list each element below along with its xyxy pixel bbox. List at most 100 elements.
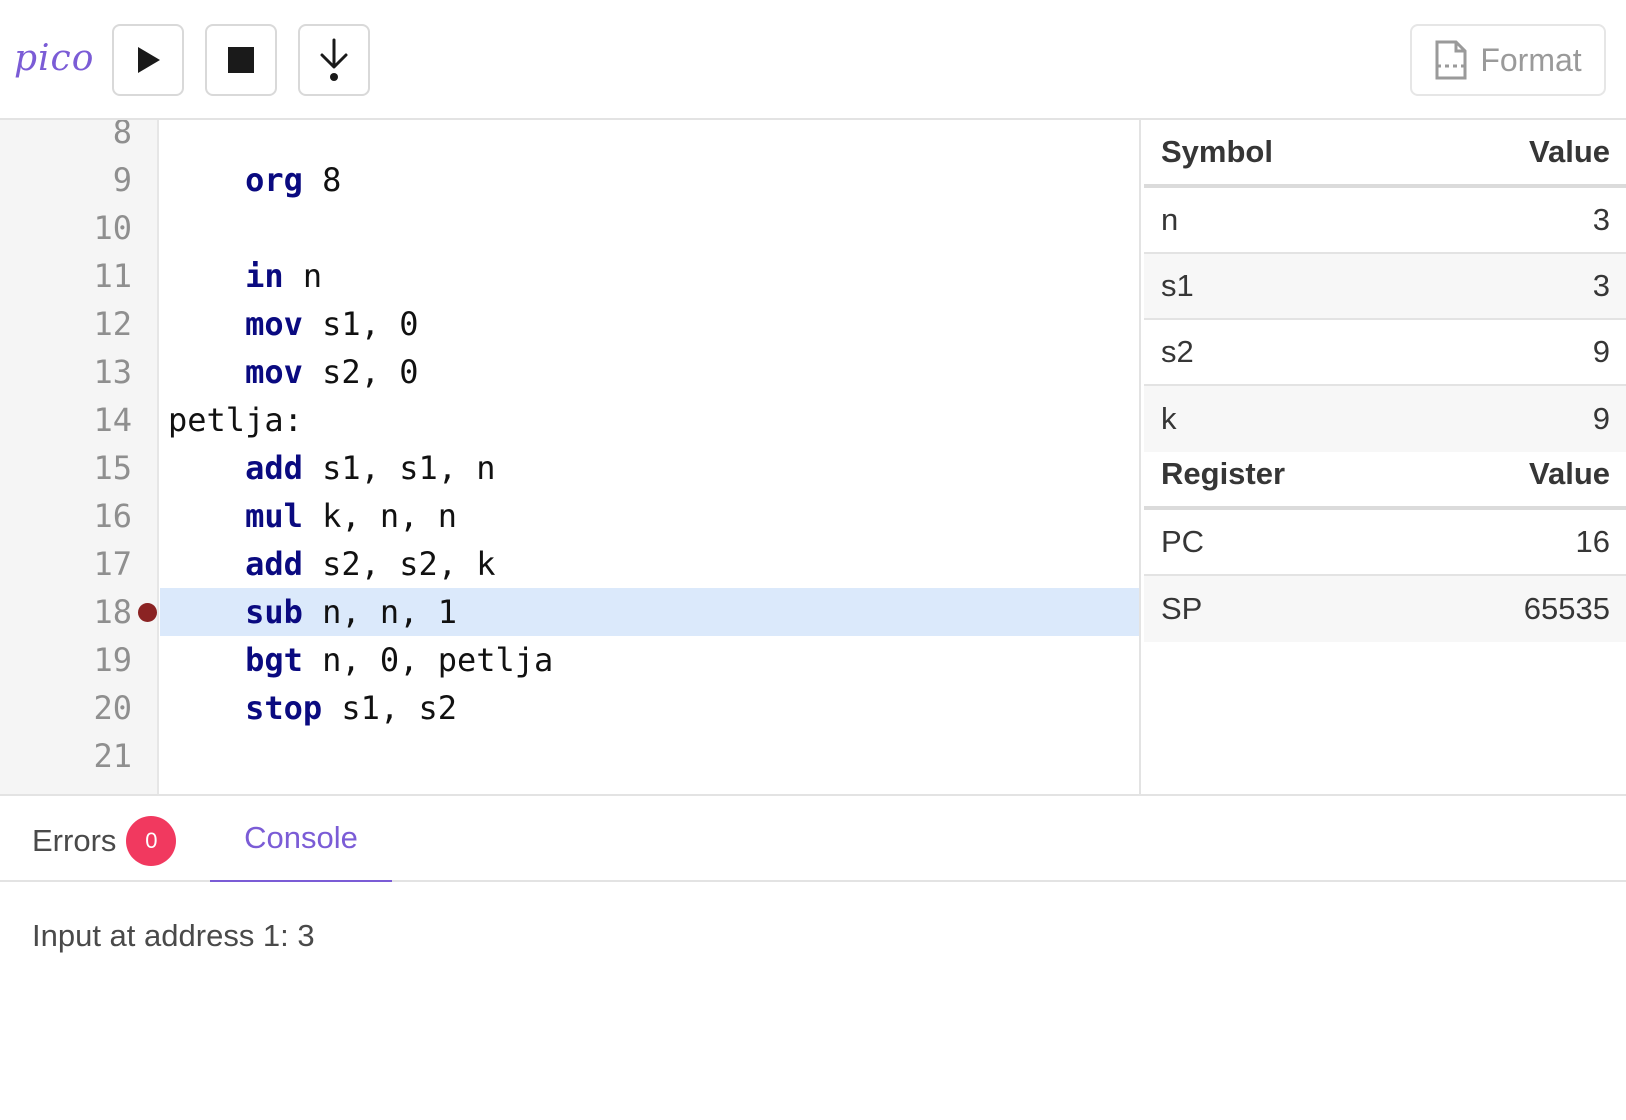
register-row: SP 65535 <box>1144 576 1626 642</box>
error-count-badge: 0 <box>126 816 177 866</box>
line-number[interactable]: 8 <box>0 120 132 156</box>
register-row-name: PC <box>1161 524 1205 559</box>
step-button[interactable] <box>298 24 370 96</box>
line-number[interactable]: 10 <box>0 204 132 252</box>
code-operands: 8 <box>302 161 342 199</box>
code-text: stop s1, s2 <box>168 684 457 732</box>
code-line-body: mul k, n, n <box>160 492 1140 540</box>
register-row-value: 16 <box>1575 524 1610 559</box>
register-table-header: Register Value <box>1144 442 1626 510</box>
code-operands: n, 0, petlja <box>302 641 554 679</box>
code-operands: s1, 0 <box>302 305 419 343</box>
code-line[interactable]: 13 mov s2, 0 <box>0 348 1140 396</box>
code-text: in n <box>168 252 322 300</box>
line-number[interactable]: 14 <box>0 396 132 444</box>
code-line[interactable]: 16 mul k, n, n <box>0 492 1140 540</box>
register-row-value: 65535 <box>1523 591 1610 626</box>
code-keyword: org <box>245 161 303 199</box>
code-text: mov s2, 0 <box>168 348 418 396</box>
format-label: Format <box>1480 41 1582 78</box>
line-number[interactable]: 21 <box>0 732 132 780</box>
tab-console[interactable]: Console <box>210 796 392 882</box>
code-line-body: mov s1, 0 <box>160 300 1140 348</box>
line-number[interactable]: 15 <box>0 444 132 492</box>
value-column-header: Value <box>1529 456 1610 491</box>
code-line[interactable]: 20 stop s1, s2 <box>0 684 1140 732</box>
code-line-body <box>160 732 1140 780</box>
line-number[interactable]: 11 <box>0 252 132 300</box>
code-keyword: stop <box>245 689 323 727</box>
line-number[interactable]: 12 <box>0 300 132 348</box>
code-line[interactable]: 19 bgt n, 0, petlja <box>0 636 1140 684</box>
code-line[interactable]: 15 add s1, s1, n <box>0 444 1140 492</box>
format-button[interactable]: Format <box>1410 24 1606 96</box>
symbol-row-name: s2 <box>1161 334 1194 369</box>
code-operands: petlja: <box>168 401 303 439</box>
code-text: sub n, n, 1 <box>168 588 457 636</box>
code-operands: n, n, 1 <box>302 593 457 631</box>
breakpoint-marker[interactable] <box>138 603 157 622</box>
line-number[interactable]: 16 <box>0 492 132 540</box>
symbol-row-value: 3 <box>1592 268 1610 303</box>
symbol-row: n3 <box>1144 188 1626 254</box>
line-number[interactable]: 9 <box>0 156 132 204</box>
register-row-name: SP <box>1161 591 1203 626</box>
code-line-body: add s2, s2, k <box>160 540 1140 588</box>
symbol-row-name: n <box>1161 202 1179 237</box>
symbol-column-header: Symbol <box>1161 134 1273 169</box>
code-keyword: add <box>245 449 303 487</box>
code-line-body: sub n, n, 1 <box>160 588 1140 636</box>
line-number[interactable]: 20 <box>0 684 132 732</box>
code-text: add s2, s2, k <box>168 540 496 588</box>
code-line-body: add s1, s1, n <box>160 444 1140 492</box>
code-line[interactable]: 10 <box>0 204 1140 252</box>
symbol-table: Symbol Value n 3 s1 3 s2 9 k 9 <box>1144 120 1626 452</box>
line-number[interactable]: 17 <box>0 540 132 588</box>
code-text: mov s1, 0 <box>168 300 418 348</box>
code-editor[interactable]: 89 org 8 10 11 in n 12 mov s1, 0 13 mov s2, … <box>0 120 1140 794</box>
code-line-body: in n <box>160 252 1140 300</box>
symbol-table-header: Symbol Value <box>1144 120 1626 188</box>
code-line-body: petlja: <box>160 396 1140 444</box>
code-line-body <box>160 204 1140 252</box>
bottom-tab-bar: Errors 0 Console <box>0 794 1626 882</box>
code-line[interactable]: 11 in n <box>0 252 1140 300</box>
code-line[interactable]: 8 <box>0 120 1140 156</box>
line-number[interactable]: 13 <box>0 348 132 396</box>
symbol-row: s1 3 <box>1144 254 1626 320</box>
format-document-icon <box>1435 40 1467 80</box>
code-line[interactable]: 21 <box>0 732 1140 780</box>
code-line[interactable]: 9 org 8 <box>0 156 1140 204</box>
code-line-body: bgt n, 0, petlja <box>160 636 1140 684</box>
register-column-header: Register <box>1161 456 1286 491</box>
code-line[interactable]: 17 add s2, s2, k <box>0 540 1140 588</box>
inspector-panel: Symbol Value n 3 s1 3 s2 9 k 9 Register Value P… <box>1139 120 1626 794</box>
code-text: add s1, s1, n <box>168 444 496 492</box>
symbol-row: s2 9 <box>1144 320 1626 386</box>
code-operands: s1, s2 <box>322 689 457 727</box>
code-keyword: mov <box>245 353 303 391</box>
run-button[interactable] <box>112 24 184 96</box>
code-text: bgt n, 0, petlja <box>168 636 553 684</box>
code-line[interactable]: 12 mov s1, 0 <box>0 300 1140 348</box>
line-number[interactable]: 18 <box>0 588 132 636</box>
value-column-header: Value <box>1529 134 1610 169</box>
code-operands: s2, s2, k <box>302 545 496 583</box>
code-operands: s1, s1, n <box>302 449 496 487</box>
symbol-row-value: 3 <box>1592 202 1610 237</box>
line-number[interactable]: 19 <box>0 636 132 684</box>
tab-errors-label: Errors <box>32 823 117 858</box>
toolbar: pico Format <box>0 0 1626 120</box>
code-text: petlja: <box>168 396 303 444</box>
symbol-row-value: 9 <box>1592 334 1610 369</box>
code-line[interactable]: 18 sub n, n, 1 <box>0 588 1140 636</box>
stop-button[interactable] <box>205 24 277 96</box>
code-line[interactable]: 14 petlja: <box>0 396 1140 444</box>
tab-errors[interactable]: Errors 0 <box>32 816 177 866</box>
code-keyword: mov <box>245 305 303 343</box>
